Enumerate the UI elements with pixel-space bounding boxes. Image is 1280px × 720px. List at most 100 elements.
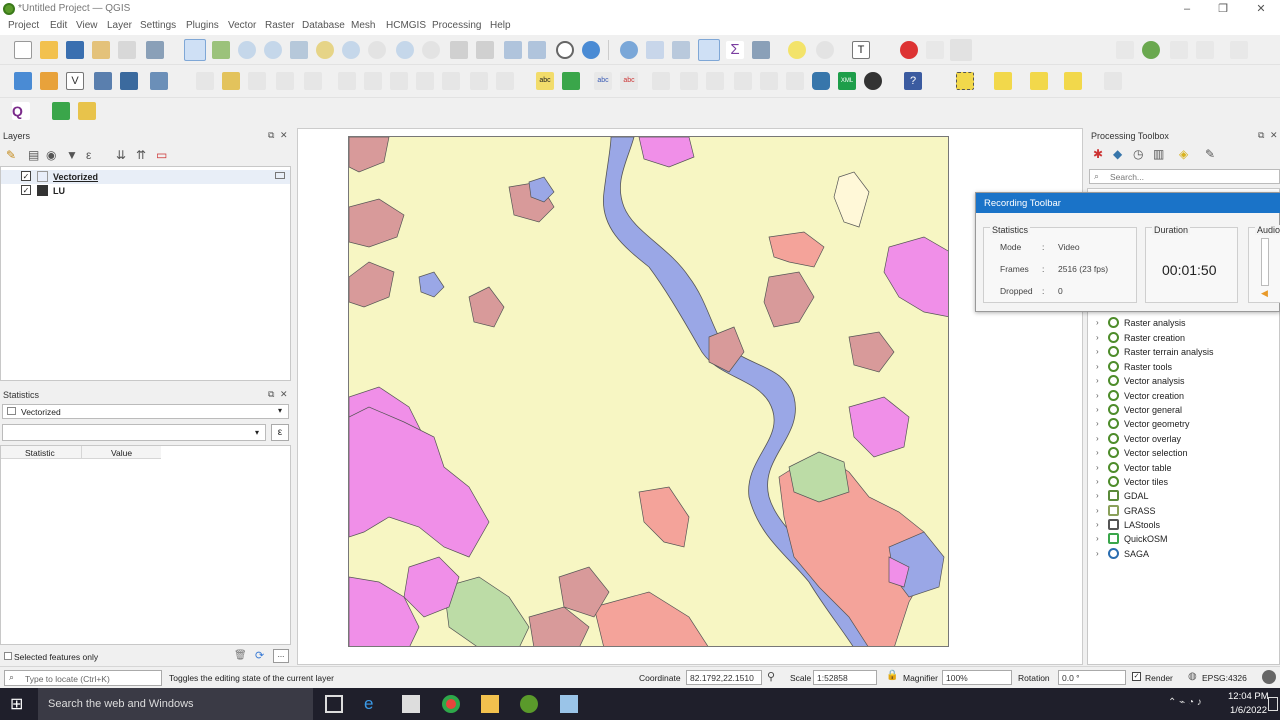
label-tool-icon[interactable]: abc <box>536 72 554 90</box>
locator-input[interactable]: Type to locate (Ctrl+K) <box>25 674 110 684</box>
processing-search[interactable]: ⌕ Search... <box>1089 169 1280 184</box>
menu-project[interactable]: Project <box>8 20 39 31</box>
zoom-in-icon[interactable] <box>238 41 256 59</box>
menu-layer[interactable]: Layer <box>107 20 132 31</box>
coordinate-field[interactable]: 82.1792,22.1510 <box>686 670 762 685</box>
more-button[interactable]: ... <box>273 649 289 663</box>
select-by-value-icon[interactable] <box>994 72 1012 90</box>
map-tips-icon[interactable] <box>788 41 806 59</box>
results-icon[interactable]: ▥ <box>1153 147 1164 161</box>
add-feature-icon[interactable] <box>276 72 294 90</box>
select-features-icon[interactable] <box>956 72 974 90</box>
speaker-icon[interactable]: ◀ <box>1261 288 1268 299</box>
edge-icon[interactable]: e <box>364 695 382 713</box>
chrome-icon[interactable] <box>442 695 460 713</box>
filter-expression-icon[interactable]: ε <box>86 148 91 162</box>
collapse-all-icon[interactable]: ⇈ <box>136 148 146 162</box>
menu-processing[interactable]: Processing <box>432 20 481 31</box>
messages-icon[interactable] <box>1262 670 1276 684</box>
minimize-button[interactable]: – <box>1180 2 1194 16</box>
map-extent[interactable] <box>348 136 949 647</box>
temporal-controller-icon[interactable] <box>556 41 574 59</box>
merge-icon[interactable] <box>1196 41 1214 59</box>
deselect-all-icon[interactable] <box>1030 72 1048 90</box>
add-raster-layer-icon[interactable] <box>40 72 58 90</box>
globe-icon[interactable] <box>864 72 882 90</box>
select-location-icon[interactable] <box>816 41 834 59</box>
add-wms-icon[interactable] <box>120 72 138 90</box>
add-group-icon[interactable]: ▤ <box>28 148 39 162</box>
magnifier-field[interactable]: 100% <box>942 670 1012 685</box>
delete-part-icon[interactable] <box>1170 41 1188 59</box>
column-statistic[interactable]: Statistic <box>25 448 55 458</box>
panel-float-icon[interactable]: ⧉ <box>268 389 274 400</box>
layer-row-vectorized[interactable]: ✓ Vectorized <box>1 170 290 184</box>
panel-close-icon[interactable]: ✕ <box>280 389 288 400</box>
bookmark-icon[interactable] <box>504 41 522 59</box>
panel-close-icon[interactable]: ✕ <box>280 130 288 141</box>
menu-database[interactable]: Database <box>302 20 345 31</box>
qgis-taskbar-icon[interactable] <box>520 695 538 713</box>
toggle-extents-icon[interactable]: ⚲ <box>767 670 775 683</box>
taskbar-search[interactable]: Search the web and Windows <box>38 688 313 720</box>
rotate-label-icon[interactable] <box>680 72 698 90</box>
digitize-icon[interactable] <box>900 41 918 59</box>
snapping-icon[interactable] <box>926 41 944 59</box>
print-layout-icon[interactable] <box>92 41 110 59</box>
current-edits-icon[interactable] <box>196 72 214 90</box>
selected-only-checkbox[interactable] <box>4 652 12 660</box>
processing-toolbox-icon[interactable] <box>698 39 720 61</box>
help-icon[interactable]: ? <box>904 72 922 90</box>
column-value[interactable]: Value <box>111 448 132 458</box>
python-console-icon[interactable] <box>812 72 830 90</box>
panel-close-icon[interactable]: ✕ <box>1270 130 1278 141</box>
style-manager-icon[interactable] <box>146 41 164 59</box>
search-input[interactable]: Search... <box>1110 172 1144 182</box>
new-map-view-icon[interactable] <box>450 41 468 59</box>
models-icon[interactable]: ✱ <box>1093 147 1103 161</box>
menu-hcmgis[interactable]: HCMGIS <box>386 20 426 31</box>
vertex-tool-icon[interactable] <box>1116 41 1134 59</box>
panel-float-icon[interactable]: ⧉ <box>268 130 274 141</box>
store-icon[interactable] <box>402 695 420 713</box>
scripts-icon[interactable]: ◆ <box>1113 147 1122 161</box>
measure-icon[interactable] <box>752 41 770 59</box>
add-spatialite-icon[interactable] <box>94 72 112 90</box>
remove-layer-icon[interactable]: ▭ <box>156 148 167 162</box>
expand-all-icon[interactable]: ⇊ <box>116 148 126 162</box>
clock-time[interactable]: 12:04 PM <box>1228 691 1269 702</box>
plugin-globe-icon[interactable] <box>1142 41 1160 59</box>
rotation-field[interactable]: 0.0 ° <box>1058 670 1126 685</box>
magic-wand-icon[interactable] <box>78 102 96 120</box>
open-project-icon[interactable] <box>40 41 58 59</box>
redo-icon[interactable] <box>496 72 514 90</box>
toggle-editing-icon[interactable] <box>222 72 240 90</box>
windows-start-icon[interactable]: ⊞ <box>10 694 23 714</box>
zoom-next-icon[interactable] <box>422 41 440 59</box>
save-edits-icon[interactable] <box>248 72 266 90</box>
select-by-expression-icon[interactable] <box>1064 72 1082 90</box>
recorder-taskbar-icon[interactable] <box>560 695 578 713</box>
layout-manager-icon[interactable] <box>118 41 136 59</box>
menu-settings[interactable]: Settings <box>140 20 176 31</box>
layer-name[interactable]: LU <box>53 186 65 196</box>
text-annotation-icon[interactable]: T <box>852 41 870 59</box>
layer-row-lu[interactable]: ✓ LU <box>1 184 290 198</box>
pin-labels-icon[interactable]: abc <box>594 72 612 90</box>
crs-label[interactable]: EPSG:4326 <box>1202 673 1247 683</box>
menu-edit[interactable]: Edit <box>50 20 67 31</box>
layer-name[interactable]: Vectorized <box>53 172 98 182</box>
attribute-table-icon[interactable] <box>646 41 664 59</box>
edit-features-inplace-icon[interactable]: ◈ <box>1179 147 1188 161</box>
xml-icon[interactable]: XML <box>838 72 856 90</box>
panel-float-icon[interactable]: ⧉ <box>1258 130 1264 141</box>
save-project-icon[interactable] <box>66 41 84 59</box>
add-vector-layer-icon[interactable] <box>14 72 32 90</box>
layer-checkbox[interactable]: ✓ <box>21 171 31 181</box>
show-bookmarks-icon[interactable] <box>528 41 546 59</box>
menu-view[interactable]: View <box>76 20 98 31</box>
paste-features-icon[interactable] <box>442 72 460 90</box>
menu-vector[interactable]: Vector <box>228 20 256 31</box>
locator-bar[interactable]: ⌕ Type to locate (Ctrl+K) <box>4 670 162 686</box>
zoom-full-icon[interactable] <box>290 41 308 59</box>
